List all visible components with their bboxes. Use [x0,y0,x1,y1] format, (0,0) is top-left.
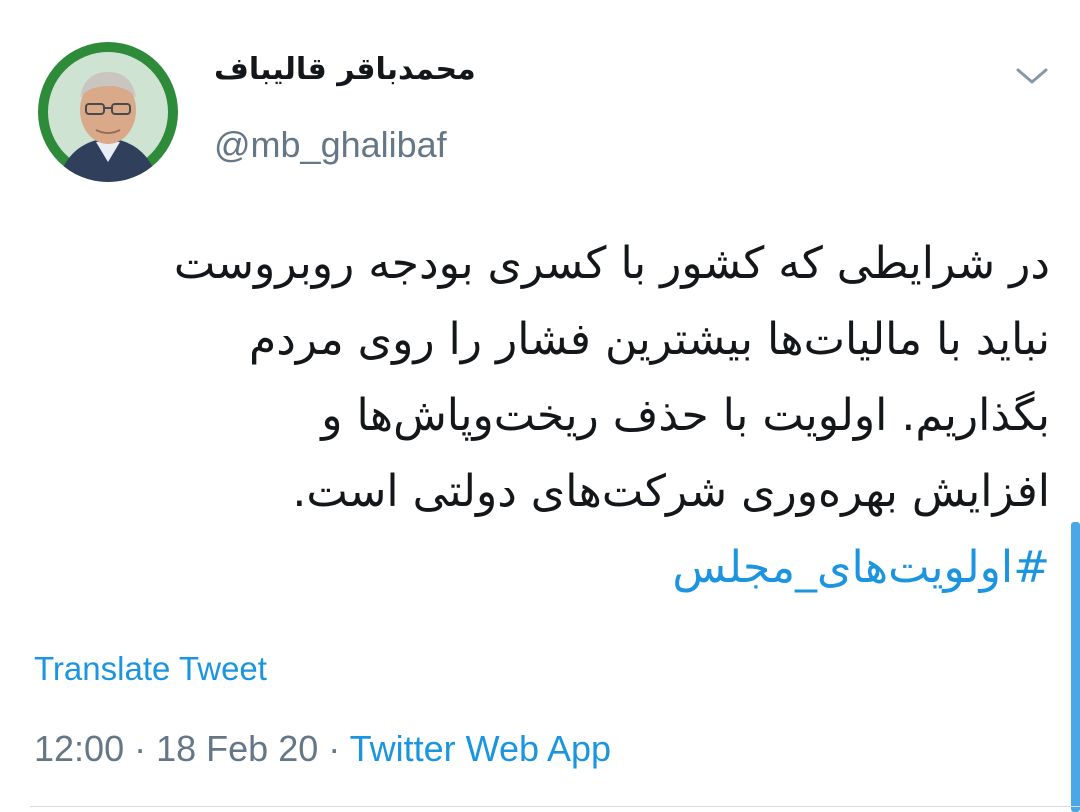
tweet-text-line: بگذاریم. اولویت با حذف ریخت‌وپاش‌ها و [321,390,1050,441]
tweet-meta: 12:00 · 18 Feb 20 · Twitter Web App [34,728,611,770]
tweet-time[interactable]: 12:00 [34,728,124,769]
author-display-name[interactable]: محمدباقر قالیباف [214,52,476,87]
tweet-text-line: افزایش بهره‌وری شرکت‌های دولتی است. [292,466,1050,517]
avatar[interactable] [38,42,178,182]
profile-photo [38,42,178,182]
tweet-date[interactable]: 18 Feb 20 [156,728,318,769]
tweet-text: در شرایطی که کشور با کسری بودجه روبروست … [30,226,1050,606]
hashtag-link[interactable]: #اولویت‌های_مجلس [30,530,1050,606]
meta-separator: · [134,728,147,769]
meta-separator: · [328,728,341,769]
author-handle[interactable]: @mb_ghalibaf [214,124,447,166]
tweet-text-line: در شرایطی که کشور با کسری بودجه روبروست [173,238,1050,289]
tweet-source-link[interactable]: Twitter Web App [350,728,611,769]
divider [30,806,1080,807]
scrollbar[interactable] [1071,522,1080,812]
chevron-down-icon[interactable] [1012,60,1052,92]
tweet-text-line: نباید با مالیات‌ها بیشترین فشار را روی م… [248,314,1050,365]
translate-tweet-link[interactable]: Translate Tweet [34,650,267,688]
